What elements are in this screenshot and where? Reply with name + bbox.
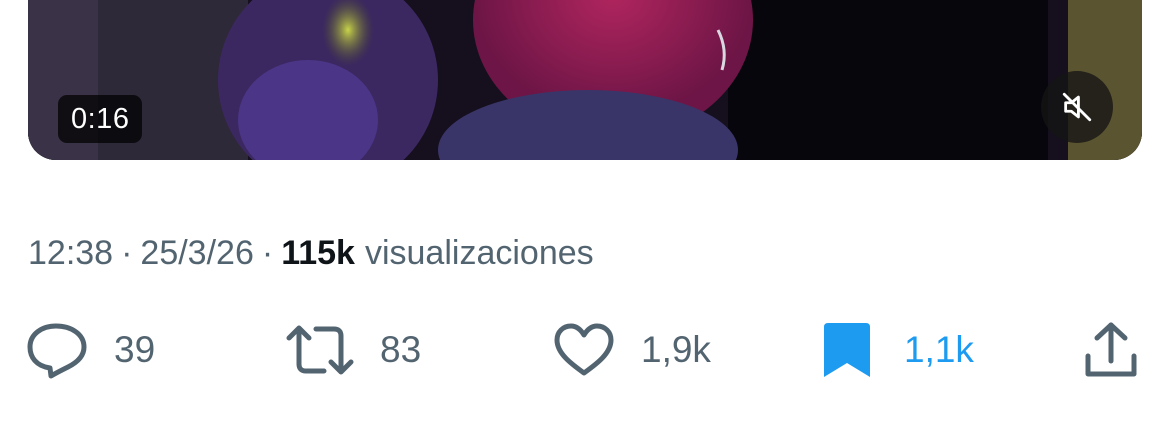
reply-button[interactable]: 39 bbox=[26, 318, 155, 382]
share-button[interactable] bbox=[1083, 318, 1139, 382]
bookmark-filled-icon bbox=[824, 323, 870, 377]
tweet-date[interactable]: 25/3/26 bbox=[140, 234, 253, 273]
video-duration-badge: 0:16 bbox=[58, 95, 143, 143]
tweet-meta: 12:38 · 25/3/26 · 115k visualizaciones bbox=[28, 230, 594, 276]
comment-icon bbox=[27, 323, 87, 379]
unmute-button[interactable] bbox=[1041, 71, 1113, 143]
like-button[interactable]: 1,9k bbox=[553, 318, 711, 382]
views-count[interactable]: 115k bbox=[281, 234, 355, 273]
tweet-action-bar: 39 83 1,9k 1,1k bbox=[0, 318, 1169, 382]
like-count: 1,9k bbox=[641, 329, 711, 370]
meta-separator: · bbox=[121, 233, 133, 272]
repost-button[interactable]: 83 bbox=[286, 318, 421, 382]
bookmark-count: 1,1k bbox=[904, 329, 974, 370]
heart-icon bbox=[554, 323, 614, 376]
video-frame bbox=[28, 0, 1142, 160]
video-player[interactable]: 0:16 bbox=[28, 0, 1142, 160]
meta-separator: · bbox=[261, 233, 274, 272]
bookmark-button[interactable]: 1,1k bbox=[822, 318, 974, 382]
speaker-muted-icon bbox=[1062, 92, 1092, 122]
repost-icon bbox=[286, 325, 354, 375]
reply-count: 39 bbox=[114, 329, 156, 370]
views-label: visualizaciones bbox=[364, 233, 594, 272]
repost-count: 83 bbox=[380, 329, 422, 370]
share-icon bbox=[1085, 322, 1137, 377]
tweet-time[interactable]: 12:38 bbox=[28, 234, 113, 273]
